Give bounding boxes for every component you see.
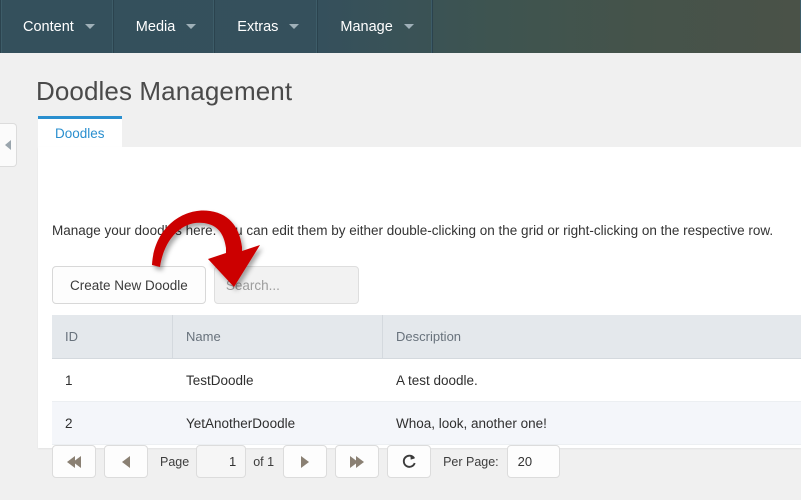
- grid-toolbar: Create New Doodle: [52, 266, 359, 304]
- cell-id: 2: [65, 415, 73, 431]
- nav-item-label: Extras: [237, 18, 279, 35]
- chevron-left-icon: [5, 140, 11, 150]
- cell-name: TestDoodle: [186, 372, 254, 388]
- cell-id: 1: [65, 372, 73, 388]
- cell-description: Whoa, look, another one!: [396, 415, 547, 431]
- page-total-label: of 1: [253, 454, 275, 469]
- search-input[interactable]: [213, 266, 359, 304]
- nav-item-manage[interactable]: Manage: [318, 0, 433, 53]
- next-page-button[interactable]: [283, 445, 328, 478]
- top-navigation-bar: Content Media Extras Manage: [0, 0, 801, 53]
- table-row[interactable]: 1 TestDoodle A test doodle.: [52, 359, 801, 402]
- nav-filler: [433, 0, 801, 53]
- double-chevron-left-icon-2: [73, 455, 81, 468]
- nav-item-label: Media: [135, 18, 176, 35]
- table-row[interactable]: 2 YetAnotherDoodle Whoa, look, another o…: [52, 402, 801, 445]
- refresh-button[interactable]: [387, 445, 432, 478]
- cell-name: YetAnotherDoodle: [186, 415, 296, 431]
- column-header-name[interactable]: Name: [173, 315, 383, 358]
- previous-page-button[interactable]: [104, 445, 148, 478]
- grid-header-row: ID Name Description: [52, 315, 801, 359]
- content-panel: Manage your doodles here. You can edit t…: [38, 147, 801, 478]
- tab-strip: Doodles: [38, 116, 122, 147]
- tab-doodles[interactable]: Doodles: [38, 116, 122, 147]
- last-page-button[interactable]: [335, 445, 380, 478]
- page-body: Doodles Management Doodles Manage your d…: [0, 53, 801, 500]
- grid-pager: Page of 1 Per Page:: [52, 445, 560, 478]
- doodles-grid: ID Name Description 1 TestDoodle A test …: [52, 315, 801, 445]
- double-chevron-right-icon-2: [356, 455, 365, 468]
- per-page-input[interactable]: [506, 445, 560, 478]
- tab-label: Doodles: [55, 125, 105, 141]
- page-number-input[interactable]: [196, 445, 247, 478]
- nav-item-content[interactable]: Content: [0, 0, 114, 53]
- create-new-doodle-button[interactable]: Create New Doodle: [52, 266, 206, 304]
- nav-item-extras[interactable]: Extras: [215, 0, 319, 53]
- page-label: Page: [160, 454, 190, 469]
- sidebar-collapse-handle[interactable]: [0, 123, 17, 167]
- chevron-down-icon: [84, 24, 95, 29]
- first-page-button[interactable]: [52, 445, 96, 478]
- chevron-down-icon: [403, 24, 414, 29]
- refresh-icon: [402, 454, 416, 468]
- nav-item-label: Manage: [340, 18, 393, 35]
- column-header-description[interactable]: Description: [383, 315, 801, 358]
- chevron-down-icon: [289, 24, 300, 29]
- chevron-left-icon: [122, 455, 130, 468]
- chevron-down-icon: [186, 24, 197, 29]
- column-header-id[interactable]: ID: [52, 315, 173, 358]
- panel-description: Manage your doodles here. You can edit t…: [52, 223, 774, 238]
- page-title: Doodles Management: [36, 76, 293, 106]
- per-page-label: Per Page:: [443, 454, 499, 469]
- cell-description: A test doodle.: [396, 372, 478, 388]
- nav-item-media[interactable]: Media: [114, 0, 216, 53]
- chevron-right-icon: [301, 455, 310, 468]
- nav-item-label: Content: [23, 18, 74, 35]
